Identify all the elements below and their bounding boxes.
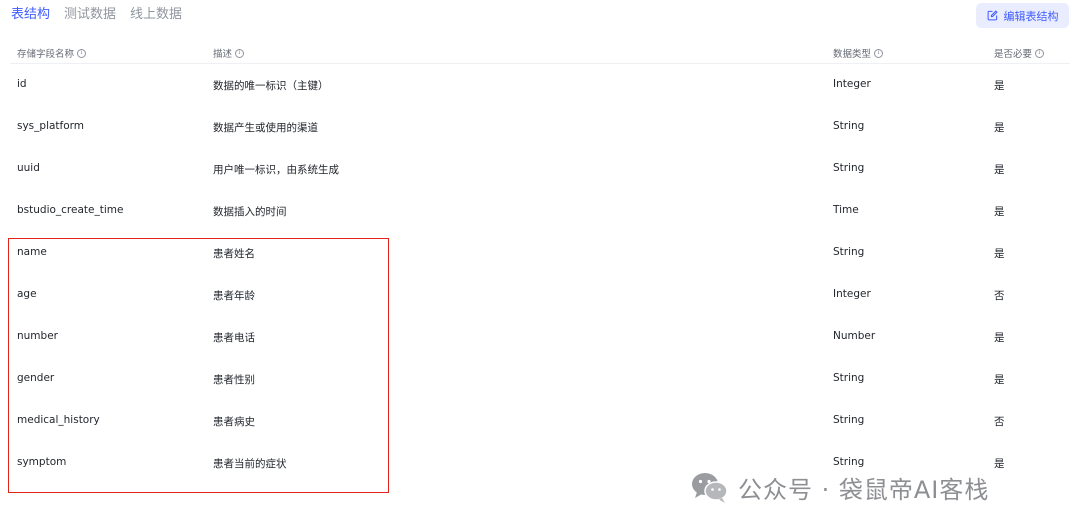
info-icon[interactable]: i	[235, 48, 245, 58]
edit-button-label: 编辑表结构	[1003, 9, 1059, 23]
description-cell: 患者病史	[213, 416, 255, 428]
table-row: id 数据的唯一标识（主键） Integer 是	[10, 64, 1070, 106]
required-cell: 是	[994, 458, 1005, 470]
field-name-cell: medical_history	[17, 414, 100, 426]
description-cell: 数据的唯一标识（主键）	[213, 80, 329, 92]
info-icon[interactable]: i	[874, 48, 884, 58]
field-name-cell: gender	[17, 372, 55, 384]
required-cell: 是	[994, 164, 1005, 176]
data-type-cell: String	[833, 456, 865, 468]
data-type-cell: Time	[833, 204, 859, 216]
watermark-text: 公众号 · 袋鼠帝AI客栈	[738, 475, 990, 504]
table-row: medical_history 患者病史 String 否	[10, 400, 1070, 442]
tab-online-data[interactable]: 线上数据	[130, 6, 182, 24]
data-type-cell: Number	[833, 330, 876, 342]
description-cell: 患者电话	[213, 332, 255, 344]
table-row: bstudio_create_time 数据插入的时间 Time 是	[10, 190, 1070, 232]
data-type-cell: String	[833, 162, 865, 174]
required-cell: 是	[994, 332, 1005, 344]
field-name-cell: id	[17, 78, 27, 90]
tab-table-structure[interactable]: 表结构	[11, 6, 50, 24]
column-header-data-type: 数据类型 i	[833, 46, 884, 60]
data-type-cell: Integer	[833, 78, 871, 90]
data-type-cell: String	[833, 246, 865, 258]
column-header-required: 是否必要 i	[994, 46, 1045, 60]
table-row: sys_platform 数据产生或使用的渠道 String 是	[10, 106, 1070, 148]
table-body: id 数据的唯一标识（主键） Integer 是 sys_platform 数据…	[10, 64, 1070, 484]
column-header-label: 描述	[213, 49, 233, 60]
field-name-cell: bstudio_create_time	[17, 204, 124, 216]
description-cell: 患者性别	[213, 374, 255, 386]
required-cell: 否	[994, 290, 1005, 302]
info-icon[interactable]: i	[77, 48, 87, 58]
column-header-label: 是否必要	[994, 49, 1033, 60]
description-cell: 患者姓名	[213, 248, 255, 260]
table-header: 存储字段名称 i 描述 i 数据类型 i 是否必要 i	[10, 43, 1070, 64]
required-cell: 否	[994, 416, 1005, 428]
field-name-cell: name	[17, 246, 47, 258]
column-header-description: 描述 i	[213, 46, 245, 60]
required-cell: 是	[994, 122, 1005, 134]
description-cell: 患者年龄	[213, 290, 255, 302]
table-row: name 患者姓名 String 是	[10, 232, 1070, 274]
data-type-cell: String	[833, 120, 865, 132]
description-cell: 用户唯一标识，由系统生成	[213, 164, 339, 176]
edit-table-structure-button[interactable]: 编辑表结构	[976, 3, 1069, 28]
data-type-cell: String	[833, 372, 865, 384]
required-cell: 是	[994, 248, 1005, 260]
field-name-cell: age	[17, 288, 37, 300]
field-name-cell: symptom	[17, 456, 67, 468]
required-cell: 是	[994, 80, 1005, 92]
field-name-cell: sys_platform	[17, 120, 85, 132]
column-header-label: 数据类型	[833, 49, 872, 60]
column-header-label: 存储字段名称	[17, 49, 75, 60]
data-type-cell: String	[833, 414, 865, 426]
description-cell: 数据产生或使用的渠道	[213, 122, 318, 134]
edit-icon	[987, 10, 998, 21]
description-cell: 患者当前的症状	[213, 458, 287, 470]
wechat-icon	[692, 473, 728, 503]
watermark: 公众号 · 袋鼠帝AI客栈	[690, 468, 989, 506]
table-row: uuid 用户唯一标识，由系统生成 String 是	[10, 148, 1070, 190]
required-cell: 是	[994, 374, 1005, 386]
required-cell: 是	[994, 206, 1005, 218]
tab-bar: 表结构 测试数据 线上数据	[11, 6, 182, 24]
field-name-cell: uuid	[17, 162, 40, 174]
data-type-cell: Integer	[833, 288, 871, 300]
tab-test-data[interactable]: 测试数据	[64, 6, 116, 24]
field-name-cell: number	[17, 330, 58, 342]
table-row: gender 患者性别 String 是	[10, 358, 1070, 400]
table-row: number 患者电话 Number 是	[10, 316, 1070, 358]
table-structure-page: 表结构 测试数据 线上数据 编辑表结构 存储字段名称 i 描述 i 数据类型 i…	[0, 0, 1080, 530]
table-row: age 患者年龄 Integer 否	[10, 274, 1070, 316]
info-icon[interactable]: i	[1035, 48, 1045, 58]
column-header-field-name: 存储字段名称 i	[17, 46, 87, 60]
description-cell: 数据插入的时间	[213, 206, 287, 218]
